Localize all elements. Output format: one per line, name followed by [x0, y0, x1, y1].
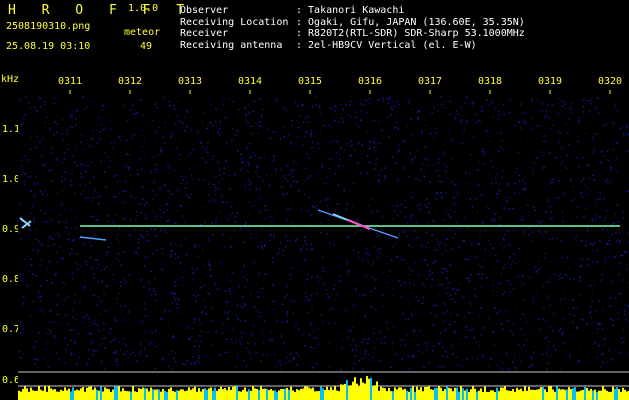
- time-tick-label: 0314: [238, 76, 263, 87]
- unit-label: kHz: [1, 74, 20, 85]
- meteor-label: meteor: [124, 27, 161, 38]
- app-name: H R O F F T: [8, 3, 194, 18]
- time-tick-label: 0312: [118, 76, 143, 87]
- time-tick-label: 0315: [298, 76, 323, 87]
- spectrogram-background: [18, 90, 629, 400]
- app-version: 1.0.0: [128, 3, 159, 14]
- time-tick-label: 0316: [358, 76, 383, 87]
- info-row-observer: Observer: Takanori Kawachi: [180, 5, 405, 16]
- time-tick-label: 0313: [178, 76, 203, 87]
- time-tick-label: 0318: [478, 76, 503, 87]
- hrofft-window: H R O F F T 1.0.0 2508190310.png meteor …: [0, 0, 629, 400]
- time-tick-label: 0311: [58, 76, 83, 87]
- file-name: 2508190310.png: [6, 21, 91, 32]
- spectrogram-panel: kHz 0311 0312 0313 0314 0315 0316 0317 0…: [0, 74, 629, 400]
- time-tick-label: 0320: [598, 76, 623, 87]
- meteor-count: 49: [140, 41, 153, 52]
- info-row-antenna: Receiving antenna: 2el-HB9CV Vertical (e…: [180, 39, 477, 51]
- time-tick-label: 0319: [538, 76, 563, 87]
- spectrogram-canvas: [18, 90, 629, 400]
- time-tick-label: 0317: [418, 76, 443, 87]
- info-row-location: Receiving Location: Ogaki, Gifu, JAPAN (…: [180, 16, 525, 28]
- station-info: Observer: Takanori Kawachi Receiving Loc…: [180, 5, 525, 51]
- info-row-receiver: Receiver: R820T2(RTL-SDR) SDR-Sharp 53.1…: [180, 28, 525, 39]
- datetime: 25.08.19 03:10: [6, 41, 91, 52]
- header: H R O F F T 1.0.0 2508190310.png meteor …: [0, 0, 629, 56]
